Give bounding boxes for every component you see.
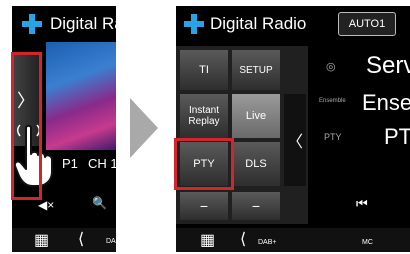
right-bottom-bar: ▦ ⟨ DAB+ MC [176, 228, 410, 252]
ensemble-name: Ense [362, 90, 410, 115]
service-icon: ◎ [326, 61, 336, 73]
ti-button[interactable]: TI [180, 50, 228, 90]
channel-label: CH 1 [88, 156, 116, 171]
digital-radio-logo-icon [22, 14, 42, 34]
mc-label: MC [362, 239, 373, 246]
previous-track-icon[interactable]: ⏮ [356, 196, 368, 212]
left-screen-title: Digital Ra [50, 14, 116, 33]
instant-replay-label-2: Replay [188, 116, 220, 127]
preset-label: P1 [62, 156, 78, 171]
function-panel: TI SETUP Instant Replay Live PTY DLS − −… [176, 46, 308, 224]
dab-plus-label: DAB+ [258, 239, 277, 246]
service-name: Serv [366, 52, 410, 79]
minus-button-1[interactable]: − [180, 192, 228, 220]
pty-label: PTY [324, 132, 342, 142]
search-icon[interactable]: 🔍 [92, 196, 107, 210]
minus-button-2[interactable]: − [232, 192, 280, 220]
highlight-pty-button [174, 138, 234, 190]
dls-button[interactable]: DLS [232, 142, 280, 186]
mute-icon[interactable]: ◀× [38, 198, 54, 212]
digital-radio-logo-icon [184, 14, 204, 34]
right-screen-title: Digital Radio [210, 14, 307, 33]
auto-mode-button[interactable]: AUTO1 [338, 12, 396, 36]
left-bottom-bar: ▦ ⟨ DA [12, 228, 116, 252]
transition-arrow-icon [130, 98, 158, 158]
highlight-left-tab [11, 52, 42, 200]
back-icon[interactable]: ⟨ [240, 229, 246, 249]
close-panel-tab[interactable]: 〈 [284, 94, 306, 186]
setup-button[interactable]: SETUP [232, 50, 280, 90]
grid-menu-icon[interactable]: ▦ [200, 230, 215, 250]
chevron-left-icon: 〈 [286, 134, 303, 151]
pty-value: PT [384, 124, 410, 149]
right-screen: Digital Radio AUTO1 TI SETUP Instant Rep… [176, 6, 410, 252]
dab-label: DA [106, 238, 116, 245]
live-button[interactable]: Live [232, 94, 280, 138]
back-icon[interactable]: ⟨ [78, 229, 84, 249]
ensemble-label: Ensemble [319, 98, 346, 104]
instant-replay-label-1: Instant [188, 105, 220, 116]
instant-replay-button[interactable]: Instant Replay [180, 94, 228, 138]
grid-menu-icon[interactable]: ▦ [34, 230, 49, 250]
